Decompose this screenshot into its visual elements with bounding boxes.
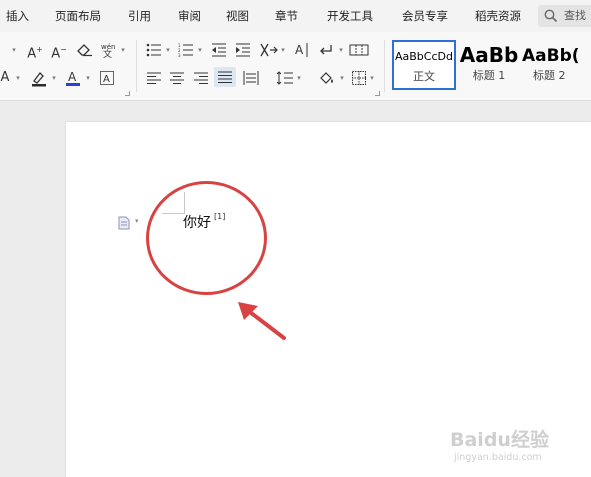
style-heading-2[interactable]: AaBb( 标题 2 bbox=[521, 40, 591, 90]
style-heading-1-sample: AaBb bbox=[459, 43, 519, 67]
search-box[interactable]: 查找 bbox=[538, 5, 591, 27]
table-icon[interactable] bbox=[348, 40, 370, 60]
text-direction-icon[interactable]: A bbox=[291, 40, 313, 60]
numbering-dropdown-arrow[interactable]: ▾ bbox=[196, 40, 204, 60]
menu-bar: 插入 页面布局 引用 审阅 视图 章节 开发工具 会员专享 稻壳资源 查找 bbox=[0, 0, 591, 32]
style-heading-2-name: 标题 2 bbox=[533, 69, 566, 82]
document-page[interactable] bbox=[66, 122, 591, 477]
increase-indent-icon[interactable] bbox=[232, 40, 254, 60]
borders-icon[interactable] bbox=[348, 68, 370, 88]
ribbon-separator bbox=[384, 40, 385, 92]
line-spacing-dropdown-arrow[interactable]: ▾ bbox=[295, 68, 303, 88]
style-heading-1[interactable]: AaBb 标题 1 bbox=[457, 40, 521, 90]
style-heading-1-name: 标题 1 bbox=[472, 69, 506, 82]
tab-developer[interactable]: 开发工具 bbox=[327, 0, 373, 32]
highlight-icon[interactable] bbox=[28, 68, 50, 88]
annotation-arrow-icon bbox=[238, 302, 286, 340]
char-border-icon[interactable]: A bbox=[96, 68, 118, 88]
align-left-icon[interactable] bbox=[143, 68, 165, 88]
phonetic-guide-icon[interactable]: wén 文 bbox=[98, 40, 120, 60]
svg-text:3: 3 bbox=[178, 53, 181, 57]
highlight-dropdown-arrow[interactable]: ▾ bbox=[50, 68, 58, 88]
svg-text:A: A bbox=[103, 74, 110, 85]
watermark-url: jingyan.baidu.com bbox=[454, 452, 542, 463]
search-icon bbox=[544, 9, 558, 23]
phonetic-dropdown-arrow[interactable]: ▾ bbox=[119, 40, 127, 60]
justify-icon[interactable] bbox=[214, 67, 236, 87]
tab-docer-resource[interactable]: 稻壳资源 bbox=[475, 0, 521, 32]
text-effect-dropdown-arrow[interactable]: ▾ bbox=[14, 68, 22, 88]
font-grow-icon[interactable]: A+ bbox=[24, 40, 46, 61]
tab-review[interactable]: 审阅 bbox=[178, 0, 201, 32]
shading-dropdown-arrow[interactable]: ▾ bbox=[338, 68, 346, 88]
align-center-icon[interactable] bbox=[166, 68, 188, 88]
font-color-dropdown-arrow[interactable]: ▾ bbox=[84, 68, 92, 88]
numbered-list-icon[interactable]: 123 bbox=[175, 40, 197, 60]
chinese-layout-dropdown-arrow[interactable]: ▾ bbox=[279, 40, 287, 60]
ribbon-separator bbox=[136, 40, 137, 92]
baidu-watermark: Baidu经验 jingyan.baidu.com bbox=[450, 425, 549, 463]
style-normal[interactable]: AaBbCcDd 正文 bbox=[392, 40, 456, 90]
font-shrink-icon[interactable]: A− bbox=[48, 40, 70, 61]
tab-view[interactable]: 视图 bbox=[226, 0, 249, 32]
tab-insert[interactable]: 插入 bbox=[6, 0, 29, 32]
paragraph-mark-icon[interactable] bbox=[315, 40, 337, 60]
style-heading-2-sample: AaBb( bbox=[522, 46, 580, 66]
style-normal-name: 正文 bbox=[413, 70, 435, 83]
tab-page-layout[interactable]: 页面布局 bbox=[55, 0, 101, 32]
svg-text:A: A bbox=[68, 70, 77, 84]
font-size-dropdown-arrow[interactable]: ▾ bbox=[10, 40, 18, 60]
tab-references[interactable]: 引用 bbox=[128, 0, 151, 32]
font-dialog-launcher[interactable] bbox=[125, 91, 130, 96]
clear-format-icon[interactable] bbox=[74, 40, 96, 60]
svg-text:文: 文 bbox=[103, 48, 112, 58]
paragraph-mark-dropdown-arrow[interactable]: ▾ bbox=[337, 40, 345, 60]
borders-dropdown-arrow[interactable]: ▾ bbox=[368, 68, 376, 88]
paragraph-handle-dropdown-arrow[interactable]: ▾ bbox=[135, 217, 139, 225]
font-color-icon[interactable]: A bbox=[62, 68, 84, 88]
line-spacing-icon[interactable] bbox=[274, 68, 296, 88]
svg-text:A: A bbox=[295, 43, 304, 57]
style-normal-sample: AaBbCcDd bbox=[395, 50, 453, 63]
distributed-icon[interactable] bbox=[240, 68, 262, 88]
watermark-logo: Baidu经验 bbox=[450, 429, 549, 451]
paragraph-handle-icon[interactable] bbox=[117, 216, 131, 230]
tab-member[interactable]: 会员专享 bbox=[402, 0, 448, 32]
decrease-indent-icon[interactable] bbox=[208, 40, 230, 60]
chinese-layout-icon[interactable] bbox=[258, 40, 280, 60]
align-right-icon[interactable] bbox=[190, 68, 212, 88]
annotation-circle bbox=[146, 181, 267, 295]
bullet-dropdown-arrow[interactable]: ▾ bbox=[164, 40, 172, 60]
tab-section[interactable]: 章节 bbox=[275, 0, 298, 32]
search-label: 查找 bbox=[564, 9, 586, 22]
bullet-list-icon[interactable] bbox=[143, 40, 165, 60]
shading-icon[interactable] bbox=[316, 68, 338, 88]
paragraph-dialog-launcher[interactable] bbox=[375, 91, 380, 96]
